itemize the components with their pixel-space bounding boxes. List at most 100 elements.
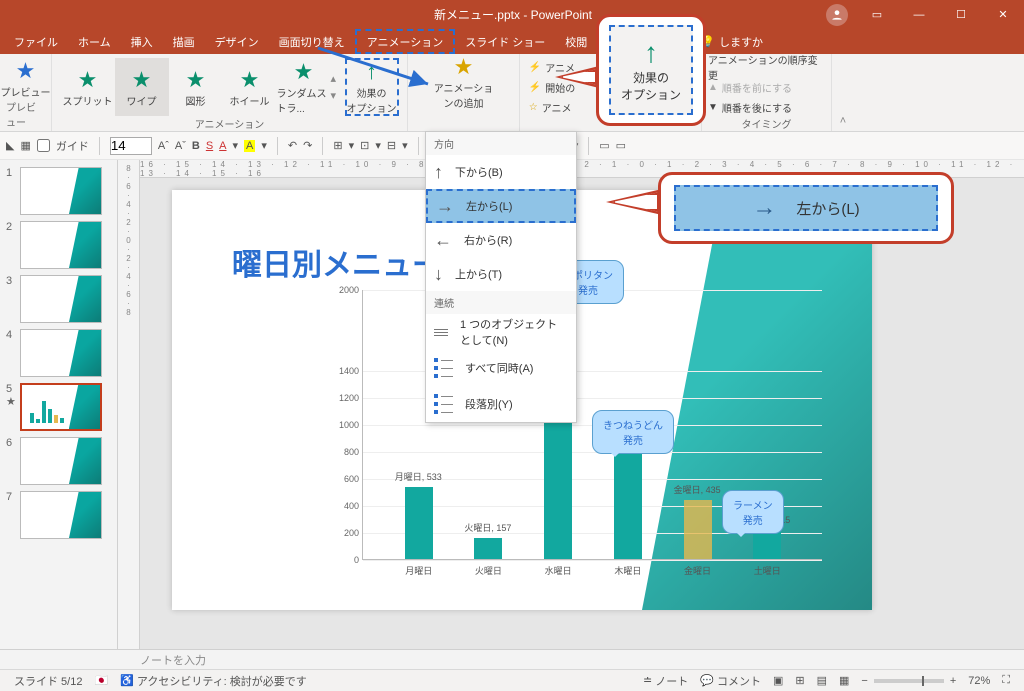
guide-label: ガイド [56,138,89,154]
arrow-right-icon: → [436,196,454,217]
group-icon[interactable]: ⊟ [387,139,396,152]
tell-me-search[interactable]: 💡 しますか [701,29,763,54]
ribbon: ★プレビュー プレビュー ★スプリット ★ワイプ ★図形 ★ホイール ★ランダム… [0,54,1024,132]
dd-as-one[interactable]: 1 つのオブジェクトとして(N) [426,314,576,350]
minimize-icon[interactable]: — [898,0,940,29]
normal-view-icon[interactable]: ▣ [767,674,789,687]
guide-checkbox[interactable] [37,139,50,152]
slide-counter[interactable]: スライド 5/12 [8,673,88,689]
dd-all-at-once[interactable]: すべて同時(A) [426,350,576,386]
bold-icon[interactable]: B [192,140,200,152]
arrow-up-icon: ↑ [434,162,443,183]
reading-view-icon[interactable]: ▤ [811,674,833,687]
timing-group-label: タイミング [742,116,792,131]
trigger-button[interactable]: ⚡開始の [529,78,575,96]
anim-split[interactable]: ★スプリット [61,58,115,116]
rotate-left-icon[interactable]: ↶ [288,139,297,152]
zoom-in-button[interactable]: + [944,675,962,687]
preview-button[interactable]: ★プレビュー [0,58,53,99]
preview-label: プレビュー [1,84,51,99]
tab-insert[interactable]: 挿入 [121,29,163,54]
thumb-5[interactable]: 5★ [0,380,117,434]
tab-design[interactable]: デザイン [205,29,269,54]
decrease-font-icon[interactable]: Aˇ [175,140,186,152]
vertical-ruler: 8·6·4·2·0·2·4·6·8 [118,160,140,649]
language-indicator[interactable]: 🇯🇵 [88,674,114,687]
sorter-view-icon[interactable]: ⊞ [789,674,810,687]
dd-from-top[interactable]: ↓上から(T) [426,257,576,291]
thumb-1[interactable]: 1 [0,164,117,218]
font-color-icon[interactable]: A [219,140,226,152]
preview-group-label: プレビュー [6,99,45,129]
close-icon[interactable]: ✕ [982,0,1024,29]
tab-slideshow[interactable]: スライド ショー [455,29,555,54]
tip-effect-options: ↑効果の オプション [596,14,706,126]
dd-from-bottom[interactable]: ↑下から(B) [426,155,576,189]
tab-draw[interactable]: 描画 [163,29,205,54]
send-back-icon[interactable]: ▭ [616,139,626,152]
tab-home[interactable]: ホーム [68,29,121,54]
status-bar: スライド 5/12 🇯🇵 ♿ アクセシビリティ: 検討が必要です ≐ ノート 💬… [0,669,1024,691]
highlight-icon[interactable]: A [244,140,255,152]
callout-kitsune[interactable]: きつねうどん 発売 [592,410,674,454]
arrow-left-icon: ← [434,230,452,251]
thumb-2[interactable]: 2 [0,218,117,272]
arrange-icon[interactable]: ⊡ [360,139,369,152]
arrow-right-icon: → [752,194,776,222]
zoom-level[interactable]: 72% [962,675,996,687]
callout-ramen[interactable]: ラーメン 発売 [722,490,784,534]
ribbon-display-icon[interactable]: ▭ [856,0,898,29]
slide-title[interactable]: 曜日別メニュー [232,240,442,284]
anim-wipe[interactable]: ★ワイプ [115,58,169,116]
move-earlier-button[interactable]: ▲ 順番を前にする [708,78,825,96]
window-title: 新メニュー.pptx - PowerPoint [200,6,826,23]
slide-thumbnails: 1 2 3 4 5★ 6 7 [0,160,118,649]
notes-pane[interactable]: ノートを入力 [0,649,1024,669]
maximize-icon[interactable]: ☐ [940,0,982,29]
dd-header-sequence: 連続 [426,291,576,314]
ribbon-tabs: ファイル ホーム 挿入 描画 デザイン 画面切り替え アニメーション スライド … [0,29,1024,54]
slideshow-view-icon[interactable]: ▦ [833,674,855,687]
dd-header-direction: 方向 [426,132,576,155]
zoom-slider[interactable] [874,679,944,683]
effect-options-dropdown: 方向 ↑下から(B) →左から(L) ←右から(R) ↓上から(T) 連続 1 … [425,131,577,423]
search-placeholder: しますか [719,34,763,50]
reorder-label: アニメーションの順序変更 [708,58,825,76]
notes-placeholder: ノートを入力 [140,652,206,668]
dd-from-left[interactable]: →左から(L) [426,189,576,223]
rotate-right-icon[interactable]: ↷ [303,139,312,152]
tip-from-left: →左から(L) [658,172,954,244]
anim-painter-button[interactable]: ☆アニメ [529,98,575,116]
tab-file[interactable]: ファイル [4,29,68,54]
qat-angle-icon[interactable]: ◣ [6,139,14,152]
thumb-6[interactable]: 6 [0,434,117,488]
underline-icon[interactable]: S [206,140,213,152]
move-later-button[interactable]: ▼ 順番を後にする [708,98,825,116]
anim-wheel[interactable]: ★ホイール [223,58,277,116]
dd-from-right[interactable]: ←右から(R) [426,223,576,257]
tab-review[interactable]: 校閲 [555,29,597,54]
dd-by-paragraph[interactable]: 段落別(Y) [426,386,576,422]
bring-front-icon[interactable]: ▭ [599,139,609,152]
accessibility-status[interactable]: ♿ アクセシビリティ: 検討が必要です [114,673,313,689]
tutorial-arrow [298,42,458,102]
thumb-7[interactable]: 7 [0,488,117,542]
qat-grid-icon[interactable]: ▦ [20,139,30,152]
title-bar: 新メニュー.pptx - PowerPoint ▭ — ☐ ✕ [0,0,1024,29]
collapse-ribbon-icon[interactable]: ˄ [832,54,854,131]
notes-button[interactable]: ≐ ノート [637,673,694,689]
arrow-up-icon: ↑ [644,37,658,69]
arrow-down-icon: ↓ [434,264,443,285]
thumb-4[interactable]: 4 [0,326,117,380]
fit-to-window-icon[interactable]: ⛶ [996,674,1016,687]
comments-button[interactable]: 💬 コメント [694,673,767,689]
anim-pane-button[interactable]: ⚡アニメ [529,58,575,76]
zoom-out-button[interactable]: − [855,675,873,687]
increase-font-icon[interactable]: Aˆ [158,140,169,152]
anim-shape[interactable]: ★図形 [169,58,223,116]
user-avatar[interactable] [826,4,848,26]
animation-group-label: アニメーション [195,116,265,131]
align-icon[interactable]: ⊞ [333,139,342,152]
thumb-3[interactable]: 3 [0,272,117,326]
font-size-input[interactable] [110,137,152,155]
